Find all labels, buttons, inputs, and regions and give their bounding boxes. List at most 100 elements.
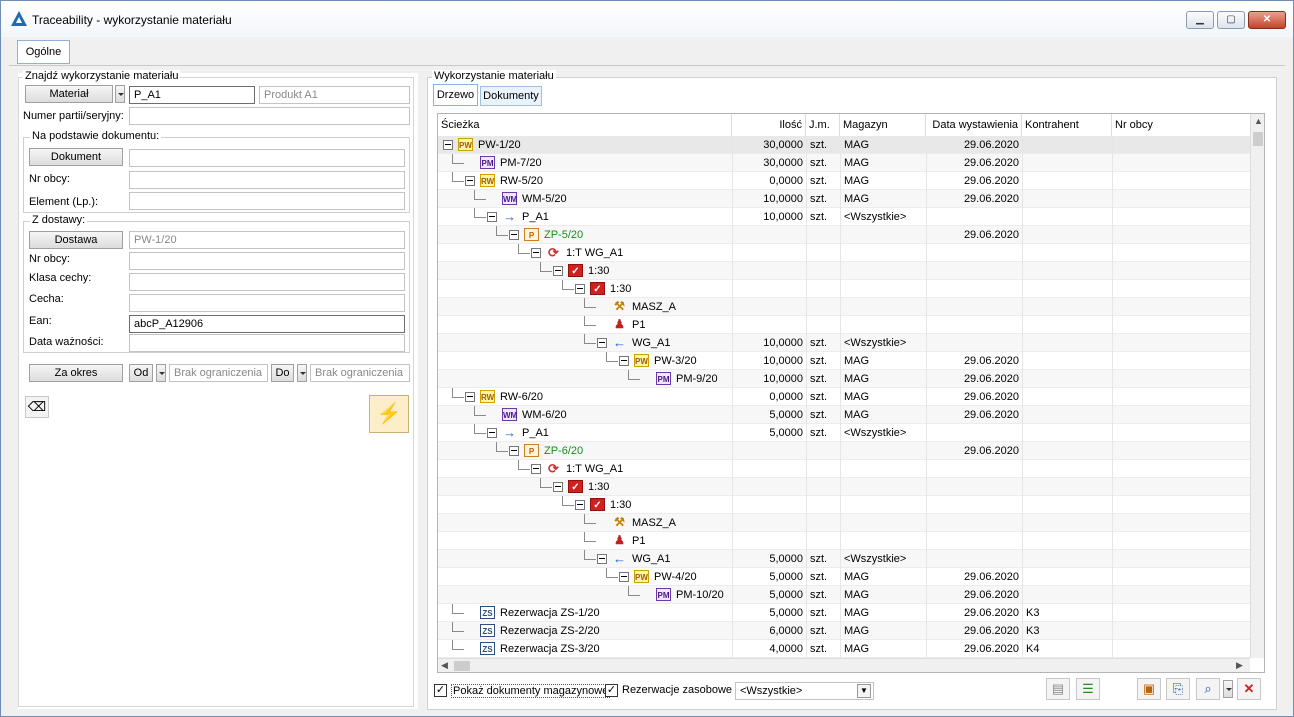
do-button[interactable]: Do [271,364,294,382]
element-input[interactable] [129,192,405,210]
document-input[interactable] [129,149,405,167]
chart-icon[interactable]: ▤ [1046,678,1070,700]
cecha-input[interactable] [129,294,405,312]
tree-row[interactable]: WM WM-6/20 5,0000 szt. MAG 29.06.2020 [438,406,1250,424]
document-button[interactable]: Dokument [29,148,123,166]
klasa-cechy-input[interactable] [129,273,405,291]
export-icon[interactable]: ▣ [1137,678,1161,700]
do-dropdown-icon[interactable] [297,364,307,382]
tree-row[interactable]: ⚒ MASZ_A [438,514,1250,532]
material-name-input[interactable]: Produkt A1 [259,86,410,104]
document-copy-icon[interactable]: ⎘ [1166,678,1190,700]
tree-row[interactable]: PW PW-4/20 5,0000 szt. MAG 29.06.2020 [438,568,1250,586]
tree-row[interactable]: ✓ 1:30 [438,280,1250,298]
collapse-toggle-icon[interactable] [443,140,453,150]
ean-input[interactable]: abcP_A12906 [129,315,405,333]
collapse-toggle-icon[interactable] [575,284,585,294]
tree-row[interactable]: RW RW-6/20 0,0000 szt. MAG 29.06.2020 [438,388,1250,406]
col-external[interactable]: Nr obcy [1112,114,1250,136]
collapse-toggle-icon[interactable] [531,248,541,258]
tree-row[interactable]: WM WM-5/20 10,0000 szt. MAG 29.06.2020 [438,190,1250,208]
tree-row[interactable]: ♟ P1 [438,316,1250,334]
search-icon[interactable]: ⌕ [1196,678,1220,700]
show-docs-checkbox[interactable]: ✓ [434,684,447,697]
doc-nr-obcy-input[interactable] [129,171,405,189]
collapse-toggle-icon[interactable] [465,392,475,402]
tree-row[interactable]: PM PM-7/20 30,0000 szt. MAG 29.06.2020 [438,154,1250,172]
od-input[interactable]: Brak ograniczenia [169,364,268,382]
delivery-button[interactable]: Dostawa [29,231,123,249]
tab-ogolne[interactable]: Ogólne [17,40,70,64]
collapse-toggle-icon[interactable] [619,572,629,582]
search-dropdown-icon[interactable] [1223,680,1233,698]
tree-row[interactable]: ← WG_A1 10,0000 szt. <Wszystkie> [438,334,1250,352]
do-input[interactable]: Brak ograniczenia [310,364,410,382]
tree-row[interactable]: ← WG_A1 5,0000 szt. <Wszystkie> [438,550,1250,568]
collapse-toggle-icon[interactable] [487,428,497,438]
vertical-scroll-thumb[interactable] [1253,132,1263,146]
material-code-input[interactable]: P_A1 [129,86,255,104]
batch-input[interactable] [129,107,410,125]
col-path[interactable]: Ścieżka [438,114,732,136]
tree-row[interactable]: ♟ P1 [438,532,1250,550]
expiry-date-input[interactable] [129,334,405,352]
tree-row[interactable]: ⚒ MASZ_A [438,298,1250,316]
reservations-checkbox[interactable]: ✓ [605,684,618,697]
reservations-filter-select[interactable]: <Wszystkie> [735,682,874,700]
col-contractor[interactable]: Kontrahent [1022,114,1112,136]
tree-row[interactable]: ✓ 1:30 [438,496,1250,514]
horizontal-scrollbar[interactable]: ◀ ▶ [438,658,1250,672]
tree-row[interactable]: PW PW-1/20 30,0000 szt. MAG 29.06.2020 [438,136,1250,154]
minimize-button[interactable]: ▁ [1186,11,1214,29]
eraser-icon[interactable]: ⌫ [25,396,49,418]
col-qty[interactable]: Ilość [732,114,806,136]
od-button[interactable]: Od [129,364,153,382]
tab-dokumenty[interactable]: Dokumenty [480,86,542,106]
delivery-nr-obcy-input[interactable] [129,252,405,270]
tree-row[interactable]: → P_A1 10,0000 szt. <Wszystkie> [438,208,1250,226]
collapse-toggle-icon[interactable] [465,176,475,186]
material-dropdown-icon[interactable] [115,85,125,103]
tree-row[interactable]: ⟳ 1:T WG_A1 [438,244,1250,262]
tree-row[interactable]: P ZP-5/20 29.06.2020 [438,226,1250,244]
maximize-button[interactable]: ▢ [1217,11,1245,29]
tree-row[interactable]: PM PM-9/20 10,0000 szt. MAG 29.06.2020 [438,370,1250,388]
tree-row[interactable]: ✓ 1:30 [438,262,1250,280]
delivery-input[interactable]: PW-1/20 [129,231,405,249]
horizontal-scroll-thumb[interactable] [454,661,470,671]
show-docs-label[interactable]: Pokaż dokumenty magazynowe [451,684,611,698]
tree-row[interactable]: PW PW-3/20 10,0000 szt. MAG 29.06.2020 [438,352,1250,370]
tree-row[interactable]: → P_A1 5,0000 szt. <Wszystkie> [438,424,1250,442]
tree-row[interactable]: PM PM-10/20 5,0000 szt. MAG 29.06.2020 [438,586,1250,604]
lightning-run-icon[interactable]: ⚡ [369,395,409,433]
scroll-up-icon[interactable]: ▲ [1254,116,1263,126]
tree-row[interactable]: P ZP-6/20 29.06.2020 [438,442,1250,460]
tree-row[interactable]: ZS Rezerwacja ZS-2/20 6,0000 szt. MAG 29.06.2… [438,622,1250,640]
tree-row[interactable]: ZS Rezerwacja ZS-1/20 5,0000 szt. MAG 29.06.2… [438,604,1250,622]
col-date[interactable]: Data wystawienia [926,114,1022,136]
collapse-toggle-icon[interactable] [553,266,563,276]
vertical-scrollbar[interactable]: ▲ [1250,114,1264,658]
tree-expand-icon[interactable]: ☰ [1076,678,1100,700]
tree-row[interactable]: ✓ 1:30 [438,478,1250,496]
collapse-toggle-icon[interactable] [597,338,607,348]
col-warehouse[interactable]: Magazyn [840,114,926,136]
collapse-toggle-icon[interactable] [575,500,585,510]
collapse-toggle-icon[interactable] [531,464,541,474]
material-button[interactable]: Materiał [25,85,113,103]
scroll-left-icon[interactable]: ◀ [441,660,448,671]
chevron-down-icon[interactable]: ▼ [857,684,871,698]
collapse-toggle-icon[interactable] [487,212,497,222]
collapse-toggle-icon[interactable] [597,554,607,564]
collapse-toggle-icon[interactable] [619,356,629,366]
collapse-toggle-icon[interactable] [553,482,563,492]
collapse-toggle-icon[interactable] [509,230,519,240]
tree-row[interactable]: RW RW-5/20 0,0000 szt. MAG 29.06.2020 [438,172,1250,190]
od-dropdown-icon[interactable] [156,364,166,382]
tree-row[interactable]: ZS Rezerwacja ZS-3/20 4,0000 szt. MAG 29.06.2… [438,640,1250,658]
tab-drzewo[interactable]: Drzewo [433,84,478,106]
close-window-button[interactable]: ✕ [1248,11,1286,29]
close-icon[interactable]: ✕ [1237,678,1261,700]
collapse-toggle-icon[interactable] [509,446,519,456]
tree-row[interactable]: ⟳ 1:T WG_A1 [438,460,1250,478]
